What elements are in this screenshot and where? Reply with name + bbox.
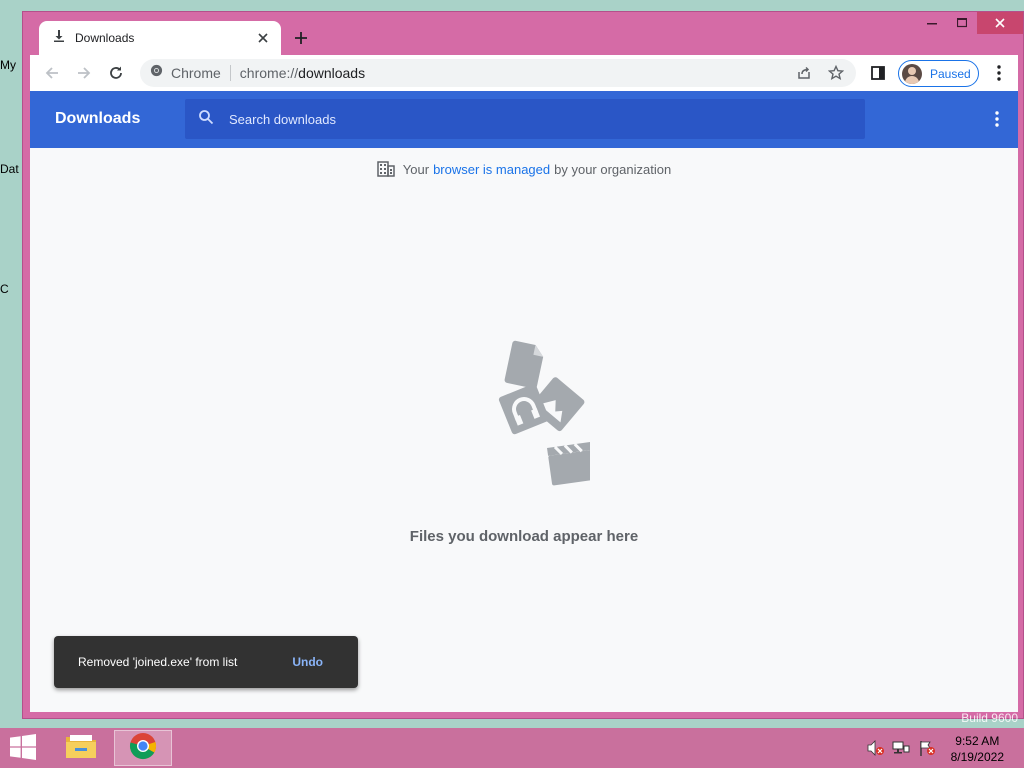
url-text: chrome://downloads — [240, 65, 365, 81]
windows-logo-icon — [10, 733, 36, 765]
empty-downloads-illustration — [460, 336, 596, 501]
network-icon[interactable] — [892, 740, 910, 761]
browser-toolbar: Chrome chrome://downloads Paused — [30, 55, 1018, 91]
share-icon[interactable] — [788, 59, 820, 87]
removed-toast: Removed 'joined.exe' from list Undo — [54, 636, 358, 688]
desktop-icon-label[interactable]: Dat — [0, 162, 19, 176]
search-icon — [198, 109, 214, 130]
managed-prefix: Your — [402, 161, 430, 177]
forward-button[interactable] — [68, 57, 100, 89]
side-panel-icon[interactable] — [862, 57, 894, 89]
back-button[interactable] — [36, 57, 68, 89]
downloads-header: Downloads Search downloads — [30, 91, 1018, 148]
taskbar-chrome[interactable] — [114, 730, 172, 766]
url-host: downloads — [298, 65, 366, 81]
os-build-watermark: Build 9600 — [961, 711, 1018, 725]
site-chip: Chrome — [171, 65, 221, 81]
folder-icon — [65, 732, 97, 765]
new-tab-button[interactable] — [290, 27, 312, 49]
desktop-icon-label[interactable]: C — [0, 282, 9, 296]
profile-status: Paused — [930, 66, 971, 81]
search-input[interactable]: Search downloads — [185, 99, 865, 139]
undo-button[interactable]: Undo — [292, 655, 323, 669]
page-title: Downloads — [55, 110, 141, 127]
url-scheme: chrome:// — [239, 65, 299, 81]
action-center-flag-icon[interactable] — [918, 740, 936, 761]
reload-button[interactable] — [100, 57, 132, 89]
search-placeholder: Search downloads — [229, 111, 336, 127]
desktop-icons-strip: My Dat C — [0, 0, 24, 728]
tab-downloads[interactable]: Downloads — [39, 21, 281, 55]
tab-title: Downloads — [75, 31, 135, 45]
window-controls — [917, 12, 1023, 34]
chrome-logo-icon — [150, 64, 163, 82]
start-button[interactable] — [8, 733, 38, 765]
taskbar-clock[interactable]: 9:52 AM 8/19/2022 — [951, 733, 1004, 765]
system-tray — [866, 740, 936, 761]
volume-muted-icon[interactable] — [866, 740, 884, 761]
managed-notice: Your browser is managed by your organiza… — [30, 161, 1018, 177]
avatar — [902, 63, 922, 84]
clock-time: 9:52 AM — [955, 734, 1000, 748]
maximize-button[interactable] — [947, 12, 977, 34]
profile-button[interactable]: Paused — [898, 60, 979, 87]
close-window-button[interactable] — [977, 12, 1023, 34]
bookmark-star-icon[interactable] — [820, 59, 852, 87]
toast-message: Removed 'joined.exe' from list — [78, 655, 238, 669]
minimize-button[interactable] — [917, 12, 947, 34]
tab-strip: Downloads — [23, 12, 1023, 55]
clock-date: 8/19/2022 — [950, 750, 1004, 764]
downloads-page: Downloads Search downloads Your browser … — [30, 91, 1018, 712]
taskbar: 9:52 AM 8/19/2022 — [0, 728, 1024, 768]
browser-window: Downloads Chrome chrome://downloads Paus… — [22, 11, 1024, 719]
address-bar[interactable]: Chrome chrome://downloads — [140, 59, 856, 87]
divider — [229, 65, 231, 81]
tab-close-icon[interactable] — [255, 30, 271, 46]
managed-suffix: by your organization — [554, 161, 672, 177]
building-icon — [377, 161, 395, 177]
more-menu-icon[interactable] — [983, 57, 1015, 89]
taskbar-file-explorer[interactable] — [52, 730, 110, 766]
omnibox-actions — [788, 59, 852, 87]
empty-state-message: Files you download appear here — [409, 528, 639, 545]
desktop-icon-label[interactable]: My — [0, 58, 16, 72]
chrome-icon — [129, 732, 157, 765]
downloads-menu-icon[interactable] — [982, 104, 1012, 134]
managed-link[interactable]: browser is managed — [433, 162, 550, 177]
download-icon — [53, 29, 65, 47]
